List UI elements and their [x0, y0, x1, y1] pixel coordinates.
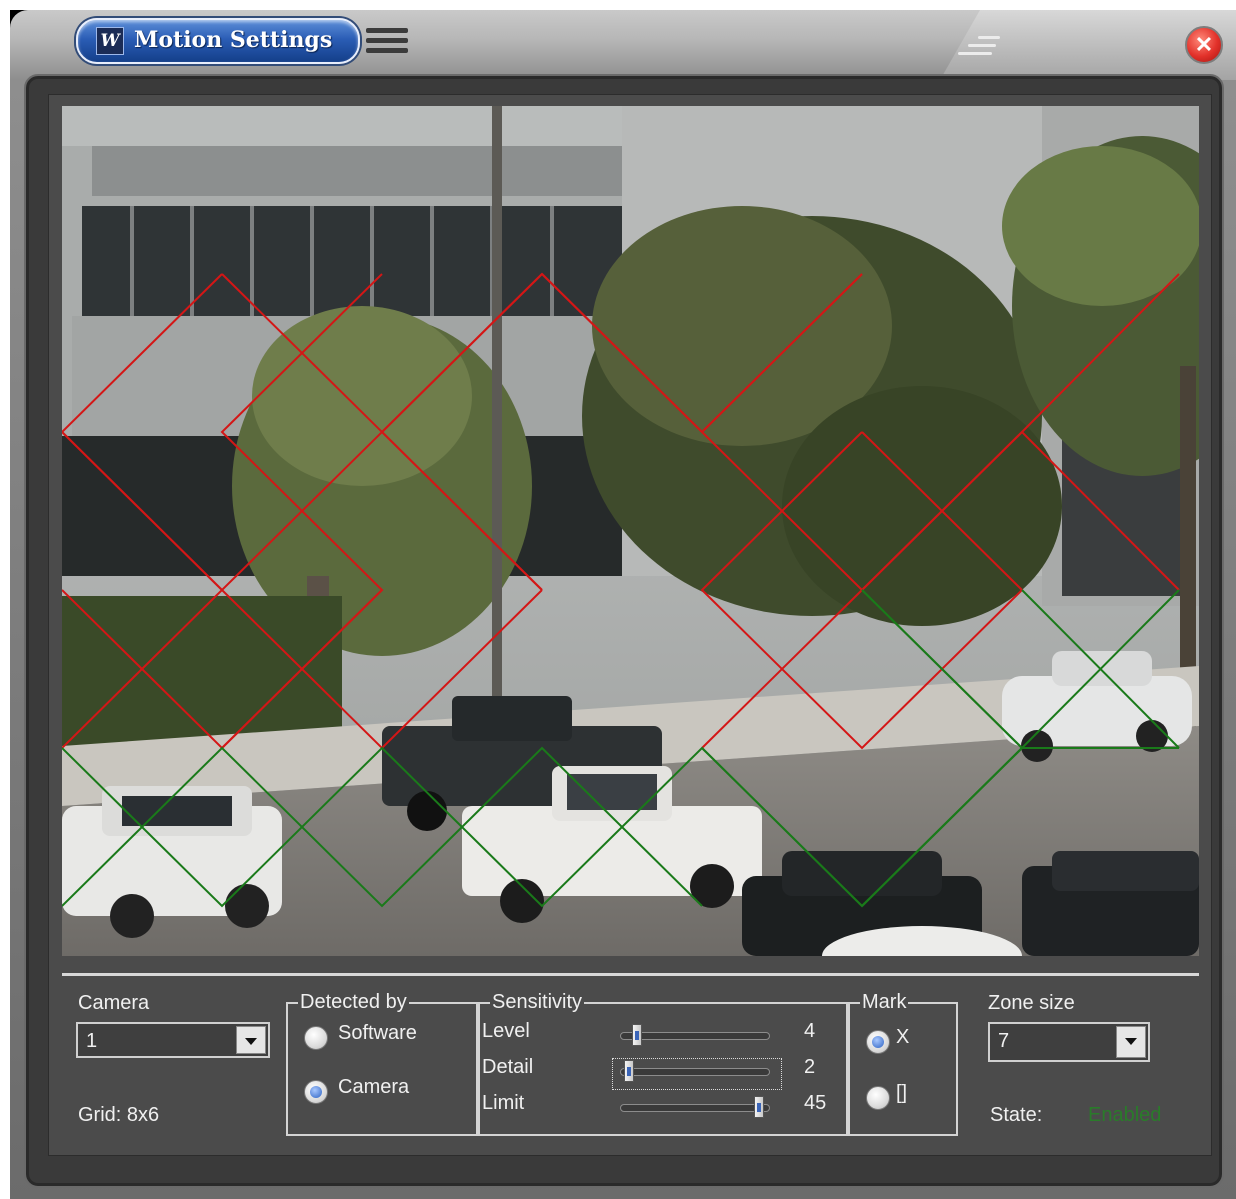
camera-label: Camera	[78, 992, 150, 1014]
top-edge	[0, 0, 1236, 10]
detail-label: Detail	[482, 1056, 534, 1078]
state-label: State:	[990, 1104, 1043, 1126]
software-radio[interactable]	[304, 1026, 328, 1050]
grid-size-text: Grid: 8x6	[78, 1104, 160, 1126]
close-button[interactable]: ✕	[1185, 26, 1223, 64]
camera-select-value: 1	[86, 1030, 98, 1052]
zone-size-label: Zone size	[988, 992, 1075, 1014]
window-title: Motion Settings	[134, 27, 333, 53]
limit-label: Limit	[482, 1092, 525, 1114]
sensitivity-group: Sensitivity Level 4 Detail 2 Limit 45	[478, 991, 848, 1136]
zone-size-value: 7	[998, 1030, 1010, 1052]
panel-divider	[62, 973, 1199, 976]
detail-slider[interactable]	[620, 1068, 770, 1076]
sensitivity-title: Sensitivity	[490, 991, 585, 1014]
mark-title: Mark	[860, 991, 909, 1014]
camera-scene	[62, 106, 1199, 956]
level-label: Level	[482, 1020, 530, 1042]
state-value: Enabled	[1088, 1104, 1162, 1126]
level-slider-thumb[interactable]	[632, 1024, 642, 1046]
level-slider[interactable]	[620, 1032, 770, 1040]
detail-slider-thumb[interactable]	[624, 1060, 634, 1082]
camera-video-feed[interactable]	[62, 106, 1199, 956]
detected-by-group: Detected by Software Camera	[286, 991, 478, 1136]
chevron-down-icon[interactable]	[236, 1026, 266, 1054]
limit-value: 45	[804, 1092, 827, 1114]
mark-group: Mark X []	[848, 991, 958, 1136]
hamburger-menu-icon[interactable]	[366, 28, 408, 54]
app-logo-icon: W	[96, 27, 124, 55]
detail-value: 2	[804, 1056, 816, 1078]
level-value: 4	[804, 1020, 816, 1042]
camera-radio[interactable]	[304, 1080, 328, 1104]
chevron-down-icon[interactable]	[1116, 1026, 1146, 1058]
motion-settings-window: W Motion Settings ✕ Camera 1 Grid: 8x6 D…	[10, 10, 1236, 1199]
close-icon: ✕	[1194, 32, 1214, 57]
camera-option-label: Camera	[338, 1076, 410, 1098]
mark-box-label: []	[896, 1082, 908, 1104]
limit-slider-thumb[interactable]	[754, 1096, 764, 1118]
detected-by-title: Detected by	[298, 991, 409, 1014]
zone-size-select[interactable]: 7	[988, 1022, 1150, 1062]
camera-select[interactable]: 1	[76, 1022, 270, 1058]
mark-box-radio[interactable]	[866, 1086, 890, 1110]
title-badge[interactable]: W Motion Settings	[76, 18, 360, 64]
window-grip-icon[interactable]	[954, 36, 1004, 68]
software-label: Software	[338, 1022, 417, 1044]
left-edge	[0, 0, 10, 1199]
mark-x-label: X	[896, 1026, 910, 1048]
mark-x-radio[interactable]	[866, 1030, 890, 1054]
limit-slider[interactable]	[620, 1104, 770, 1112]
